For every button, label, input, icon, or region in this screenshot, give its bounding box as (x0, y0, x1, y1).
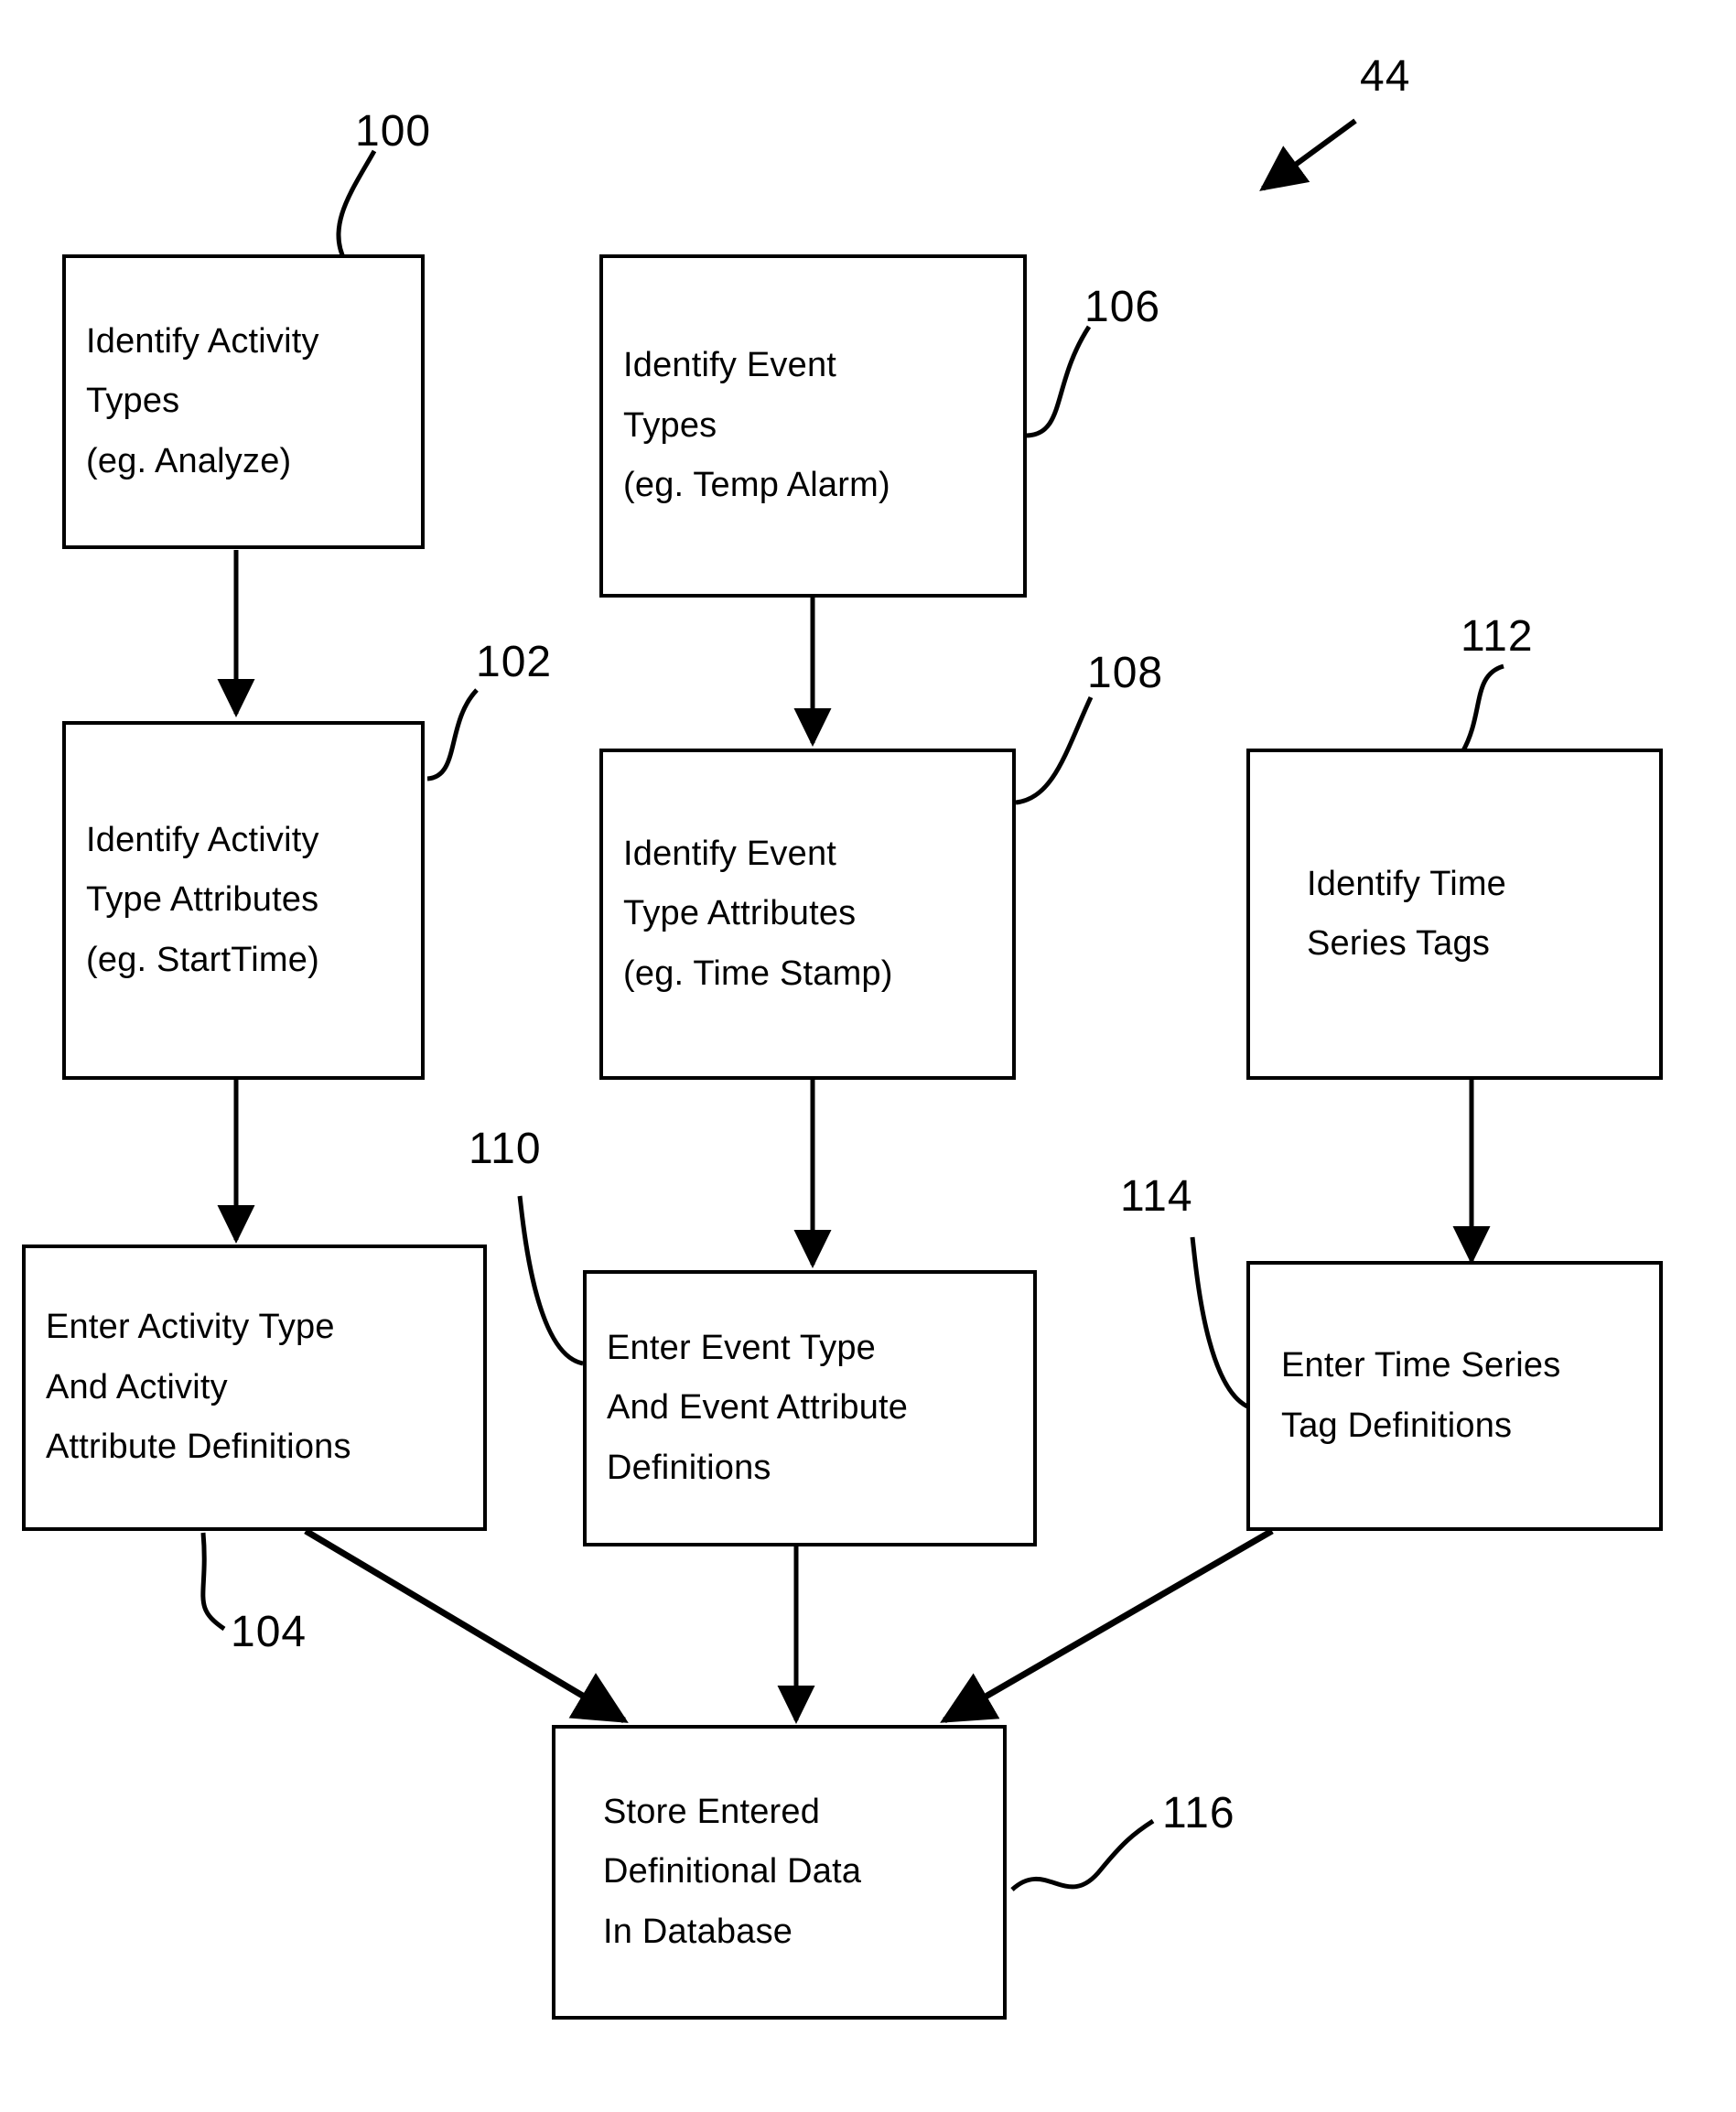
ref-label-116: 116 (1162, 1789, 1235, 1837)
node-line: And Event Attribute (607, 1388, 909, 1428)
node-line: (eg. Time Stamp) (623, 954, 893, 993)
ref-label-112: 112 (1461, 612, 1534, 661)
ref-label-106: 106 (1084, 283, 1161, 331)
node-line: Attribute Definitions (46, 1428, 351, 1467)
node-line: Identify Event (623, 346, 837, 385)
leader-line-100 (336, 149, 377, 263)
node-line: (eg. Temp Alarm) (623, 466, 890, 505)
ref-label-104: 104 (231, 1608, 307, 1656)
node-line: Definitional Data (603, 1852, 862, 1891)
node-line: Identify Time (1307, 864, 1507, 903)
node-line: Enter Event Type (607, 1328, 877, 1367)
node-line: Tag Definitions (1281, 1406, 1513, 1445)
node-line: And Activity (46, 1367, 228, 1406)
node-enter-event-type-and-event-attribute-definitions[interactable]: Enter Event Type And Event Attribute Def… (583, 1270, 1037, 1546)
node-line: Store Entered (603, 1792, 821, 1831)
node-line: (eg. Analyze) (86, 441, 292, 480)
ref-label-114: 114 (1120, 1172, 1193, 1221)
node-line: Definitions (607, 1448, 771, 1487)
leader-line-112 (1460, 663, 1504, 754)
leader-line-116 (1010, 1818, 1155, 1891)
node-line: Identify Activity (86, 820, 319, 859)
figure-ref-number: 44 (1360, 52, 1411, 101)
ref-label-110: 110 (469, 1125, 542, 1173)
node-enter-time-series-tag-definitions[interactable]: Enter Time Series Tag Definitions (1246, 1261, 1663, 1531)
figure-ref-arrow (1259, 118, 1357, 191)
node-line: Type Attributes (623, 894, 857, 933)
node-line: Series Tags (1307, 924, 1491, 963)
node-line: In Database (603, 1912, 793, 1951)
node-line: Type Attributes (86, 880, 319, 920)
ref-label-100: 100 (355, 107, 432, 156)
node-line: Identify Activity (86, 321, 319, 361)
flow-arrow-114-to-116 (940, 1527, 1274, 1724)
node-line: Enter Time Series (1281, 1346, 1561, 1385)
leader-line-102 (426, 688, 479, 781)
node-identify-activity-type-attributes[interactable]: Identify Activity Type Attributes (eg. S… (62, 721, 425, 1080)
node-line: Identify Event (623, 834, 837, 873)
ref-label-108: 108 (1087, 649, 1164, 697)
flowchart-canvas: 44 Identify Activity Types (eg. Analyze)… (0, 0, 1736, 2112)
leader-line-110 (517, 1195, 584, 1366)
node-enter-activity-type-and-activity-attribute-definitions[interactable]: Enter Activity Type And Activity Attribu… (22, 1245, 487, 1531)
flow-arrow-104-to-116 (304, 1527, 629, 1724)
leader-line-106 (1026, 325, 1092, 438)
node-line: Types (86, 382, 180, 421)
ref-label-102: 102 (476, 638, 553, 686)
leader-line-104 (200, 1532, 226, 1632)
leader-line-108 (1015, 695, 1094, 805)
node-line: Enter Activity Type (46, 1308, 335, 1347)
node-identify-event-types[interactable]: Identify Event Types (eg. Temp Alarm) (599, 254, 1027, 598)
node-identify-activity-types[interactable]: Identify Activity Types (eg. Analyze) (62, 254, 425, 549)
node-identify-time-series-tags[interactable]: Identify Time Series Tags (1246, 749, 1663, 1080)
node-store-entered-definitional-data-in-database[interactable]: Store Entered Definitional Data In Datab… (552, 1725, 1007, 2020)
node-identify-event-type-attributes[interactable]: Identify Event Type Attributes (eg. Time… (599, 749, 1016, 1080)
node-line: (eg. StartTime) (86, 940, 319, 979)
node-line: Types (623, 405, 717, 445)
